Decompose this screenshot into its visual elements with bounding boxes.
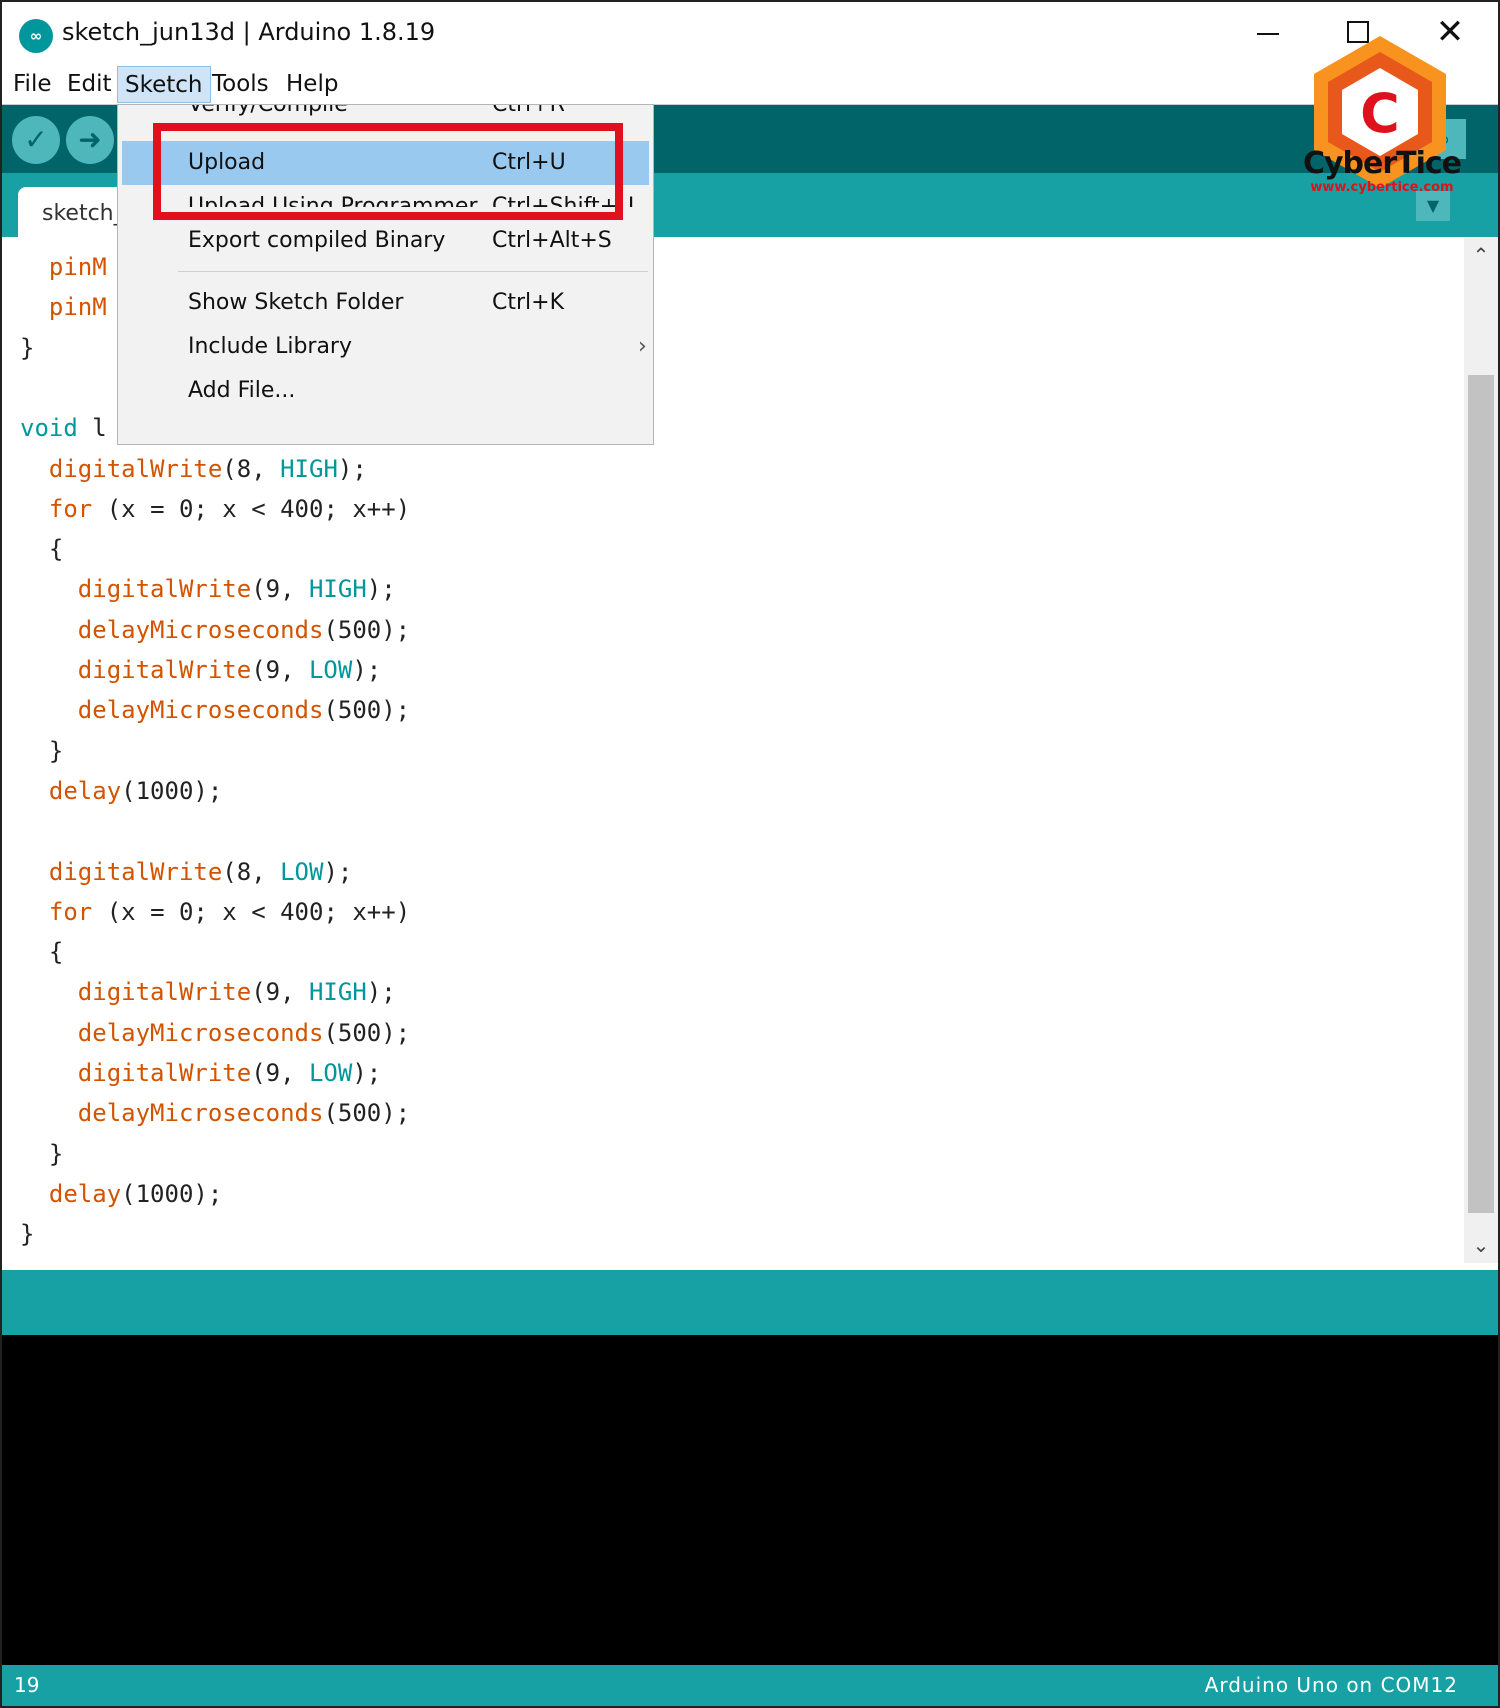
menu-item-show-sketch-folder[interactable]: Show Sketch Folder Ctrl+K xyxy=(122,281,649,325)
menu-tools[interactable]: Tools xyxy=(205,66,276,103)
menu-bar: File Edit Sketch Tools Help xyxy=(2,66,1498,105)
verify-button[interactable]: ✓ xyxy=(12,116,60,164)
menu-item-add-file[interactable]: Add File... xyxy=(122,369,649,413)
code-line: digitalWrite(8, LOW); xyxy=(48,858,353,886)
watermark-brand: CyberTice xyxy=(1302,146,1462,181)
code-line: digitalWrite(9, HIGH); xyxy=(77,575,396,603)
menu-item-label: Export compiled Binary xyxy=(188,228,446,253)
menu-item-shortcut: Ctrl+Alt+S xyxy=(492,228,612,253)
code-line: pinM xyxy=(48,253,107,281)
status-bar: 19 Arduino Uno on COM12 xyxy=(2,1665,1498,1706)
code-line: delayMicroseconds(500); xyxy=(77,616,411,644)
menu-sketch[interactable]: Sketch xyxy=(117,66,211,103)
checkmark-icon: ✓ xyxy=(24,123,48,156)
board-port-info: Arduino Uno on COM12 xyxy=(1204,1673,1458,1697)
menu-item-label: Add File... xyxy=(188,378,296,403)
code-line: delayMicroseconds(500); xyxy=(77,1099,411,1127)
code-line: for (x = 0; x < 400; x++) xyxy=(48,898,411,926)
scroll-up-icon[interactable]: ⌃ xyxy=(1464,237,1498,273)
chevron-right-icon: › xyxy=(638,334,647,359)
scroll-down-icon[interactable]: ⌄ xyxy=(1464,1227,1498,1263)
menu-edit[interactable]: Edit xyxy=(60,66,119,103)
menu-item-include-library[interactable]: Include Library › xyxy=(122,325,649,369)
code-line: } xyxy=(20,1140,64,1168)
watermark-letter: C xyxy=(1360,82,1400,145)
menu-file[interactable]: File xyxy=(6,66,59,103)
message-area xyxy=(2,1270,1498,1335)
watermark-url: www.cybertice.com xyxy=(1310,180,1454,195)
code-line: digitalWrite(9, LOW); xyxy=(77,1059,382,1087)
menu-help[interactable]: Help xyxy=(279,66,345,103)
tab-label: sketch_ xyxy=(42,201,125,226)
code-line: } xyxy=(20,1220,35,1248)
line-number: 19 xyxy=(14,1673,40,1697)
code-line: delayMicroseconds(500); xyxy=(77,1019,411,1047)
arduino-logo-icon: ∞ xyxy=(19,19,53,53)
code-line: } xyxy=(20,334,35,362)
menu-item-label: Include Library xyxy=(188,334,353,359)
minimize-button[interactable] xyxy=(1227,8,1307,58)
code-line: delay(1000); xyxy=(48,1180,223,1208)
annotation-highlight-box xyxy=(153,123,623,220)
vertical-scrollbar[interactable]: ⌃ ⌄ xyxy=(1464,237,1498,1263)
code-line: delayMicroseconds(500); xyxy=(77,696,411,724)
code-line: { xyxy=(20,938,64,966)
code-line: pinM xyxy=(48,293,107,321)
code-line: digitalWrite(9, LOW); xyxy=(77,656,382,684)
code-line: digitalWrite(9, HIGH); xyxy=(77,978,396,1006)
menu-item-export-binary[interactable]: Export compiled Binary Ctrl+Alt+S xyxy=(122,219,649,263)
console-output[interactable] xyxy=(2,1335,1498,1665)
menu-item-label: Show Sketch Folder xyxy=(188,290,404,315)
minimize-icon xyxy=(1257,33,1279,35)
code-line: delay(1000); xyxy=(48,777,223,805)
code-line: for (x = 0; x < 400; x++) xyxy=(48,495,411,523)
code-line: } xyxy=(20,737,64,765)
code-line: void l xyxy=(20,414,107,442)
menu-item-shortcut: Ctrl+K xyxy=(492,290,565,315)
window-title: sketch_jun13d | Arduino 1.8.19 xyxy=(62,18,436,46)
code-line: digitalWrite(8, HIGH); xyxy=(48,455,367,483)
scrollbar-thumb[interactable] xyxy=(1468,375,1494,1213)
code-line: { xyxy=(20,535,64,563)
upload-button[interactable]: ➜ xyxy=(66,116,114,164)
menu-separator xyxy=(178,271,648,272)
arrow-right-icon: ➜ xyxy=(78,123,102,156)
